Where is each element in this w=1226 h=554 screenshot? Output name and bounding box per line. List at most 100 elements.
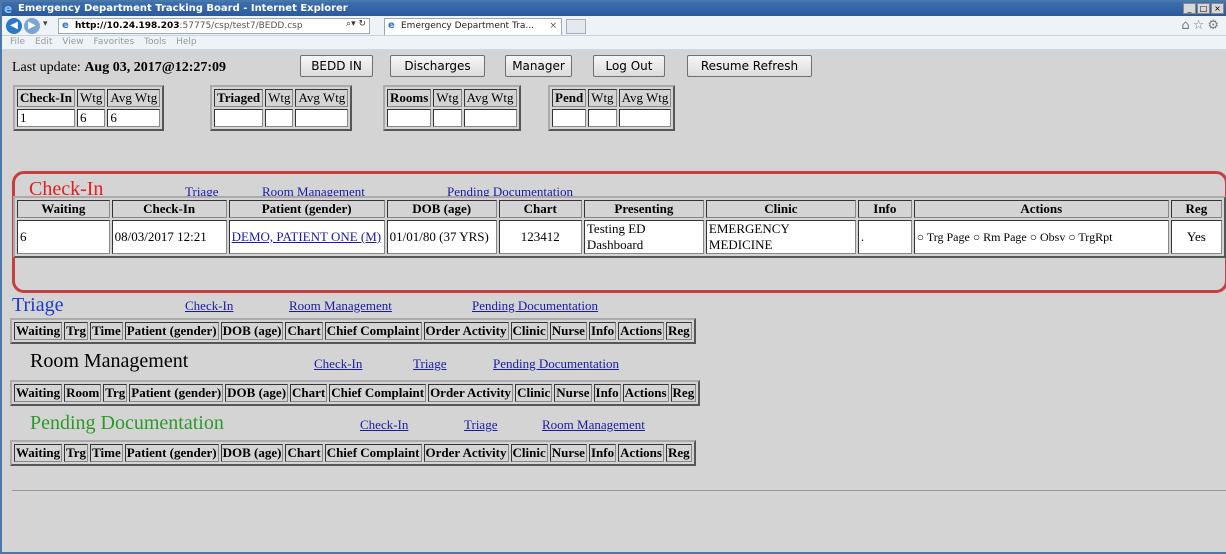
column-header: Reg [665,322,692,340]
divider [12,490,1226,491]
summary-cell [433,109,462,127]
new-tab-button[interactable] [566,19,586,34]
summary-cell [387,109,432,127]
menu-tools[interactable]: Tools [144,37,166,47]
home-icon[interactable]: ⌂ [1181,18,1192,33]
table-row: 6 08/03/2017 12:21 DEMO, PATIENT ONE (M)… [17,220,1222,254]
column-header: Actions [618,322,664,340]
tab-close-icon[interactable]: × [549,19,557,34]
column-header: DOB (age) [225,384,289,402]
ie-logo-icon: e [4,2,13,16]
discharges-button[interactable]: Discharges [390,55,485,77]
triage-link-check-in[interactable]: Check-In [185,298,233,314]
column-header: Waiting [14,384,63,402]
history-dropdown-icon[interactable]: ▾ [43,19,48,29]
column-header: Order Activity [423,322,509,340]
column-header: Room [64,384,102,402]
menu-edit[interactable]: Edit [35,37,52,47]
summary-cell [552,109,587,127]
column-header: Order Activity [428,384,514,402]
column-header: Clinic [705,200,856,218]
rm-page-label: Rm Page [983,229,1027,244]
summary-cell [588,109,617,127]
room-link-check-in[interactable]: Check-In [314,356,362,372]
window-title: Emergency Department Tracking Board - In… [18,3,348,14]
maximize-button[interactable]: □ [1197,3,1210,14]
room-link-pending-documentation[interactable]: Pending Documentation [493,356,619,372]
obsv-radio[interactable]: ○ [1030,230,1037,244]
summary-header: Avg Wtg [618,89,672,107]
column-header: Info [593,384,621,402]
menu-favorites[interactable]: Favorites [93,37,134,47]
gear-icon[interactable]: ⚙ [1207,18,1222,33]
column-header: Presenting [583,200,704,218]
trg-page-radio[interactable]: ○ [917,230,924,244]
column-header: Patient (gender) [124,444,219,462]
pending-link-check-in[interactable]: Check-In [360,417,408,433]
room-link-triage[interactable]: Triage [413,356,446,372]
menu-bar: File Edit View Favorites Tools Help [2,36,1226,50]
info-cell: . [857,220,912,254]
column-header: Waiting [14,322,63,340]
column-header: Chart [285,444,323,462]
patient-link[interactable]: DEMO, PATIENT ONE (M) [232,229,382,244]
resume-refresh-button[interactable]: Resume Refresh [687,55,812,77]
trgrpt-radio[interactable]: ○ [1068,230,1075,244]
back-icon[interactable]: ◀ [6,18,22,34]
column-header: Chart [498,200,582,218]
close-window-button[interactable]: × [1211,3,1224,14]
triage-table: Waiting Trg Time Patient (gender) DOB (a… [10,318,696,344]
column-header: Check-In [111,200,227,218]
menu-help[interactable]: Help [176,37,197,47]
pending-link-room-management[interactable]: Room Management [542,417,645,433]
summary-header: Avg Wtg [295,89,349,107]
address-bar[interactable]: e http://10.24.198.203:57775/csp/test7/B… [58,18,370,34]
summary-cell [265,109,294,127]
last-update-value: Aug 03, 2017@12:27:09 [84,60,227,75]
browser-tab[interactable]: e Emergency Department Tra... × [384,18,562,35]
column-header: Chief Complaint [324,322,422,340]
column-header: Waiting [17,200,110,218]
summary-header: Wtg [588,89,617,107]
dob-cell: 01/01/80 (37 YRS) [386,220,497,254]
minimize-button[interactable]: _ [1183,3,1196,14]
triage-link-pending-documentation[interactable]: Pending Documentation [472,298,598,314]
column-header: Clinic [510,322,548,340]
forward-icon[interactable]: ▶ [24,18,40,34]
rm-page-radio[interactable]: ○ [973,230,980,244]
room-section-title: Room Management [30,350,189,372]
favorites-star-icon[interactable]: ☆ [1193,18,1208,33]
chart-cell: 123412 [498,220,582,254]
column-header: Info [857,200,912,218]
log-out-button[interactable]: Log Out [593,55,665,77]
column-header: Nurse [549,444,587,462]
menu-view[interactable]: View [62,37,83,47]
column-header: Patient (gender) [124,322,219,340]
column-header: Trg [64,444,89,462]
column-header: Actions [913,200,1169,218]
url-host: http://10.24.198.203 [75,21,180,31]
search-refresh-icons[interactable]: ⌕▾ ↻ [346,19,366,29]
bedd-in-button[interactable]: BEDD IN [300,55,373,77]
manager-button[interactable]: Manager [505,55,572,77]
summary-pend-table: Pend Wtg Avg Wtg [548,85,676,131]
summary-header: Wtg [265,89,294,107]
menu-file[interactable]: File [10,37,25,47]
pending-link-triage[interactable]: Triage [464,417,497,433]
column-header: Trg [64,322,89,340]
summary-cell [214,109,264,127]
tab-ie-icon: e [388,20,395,31]
summary-cell [295,109,349,127]
clinic-cell: EMERGENCY MEDICINE [705,220,856,254]
column-header: Chief Complaint [324,444,422,462]
column-header: Nurse [549,322,587,340]
column-header: DOB (age) [386,200,497,218]
navigation-bar: ◀ ▶ ▾ e http://10.24.198.203:57775/csp/t… [2,16,1226,36]
checkin-time-cell: 08/03/2017 12:21 [111,220,227,254]
triage-link-room-management[interactable]: Room Management [289,298,392,314]
column-header: Info [588,444,617,462]
summary-triaged-table: Triaged Wtg Avg Wtg [210,85,353,131]
summary-header: Check-In [17,89,76,107]
column-header: Reg [665,444,692,462]
summary-header: Rooms [387,89,432,107]
